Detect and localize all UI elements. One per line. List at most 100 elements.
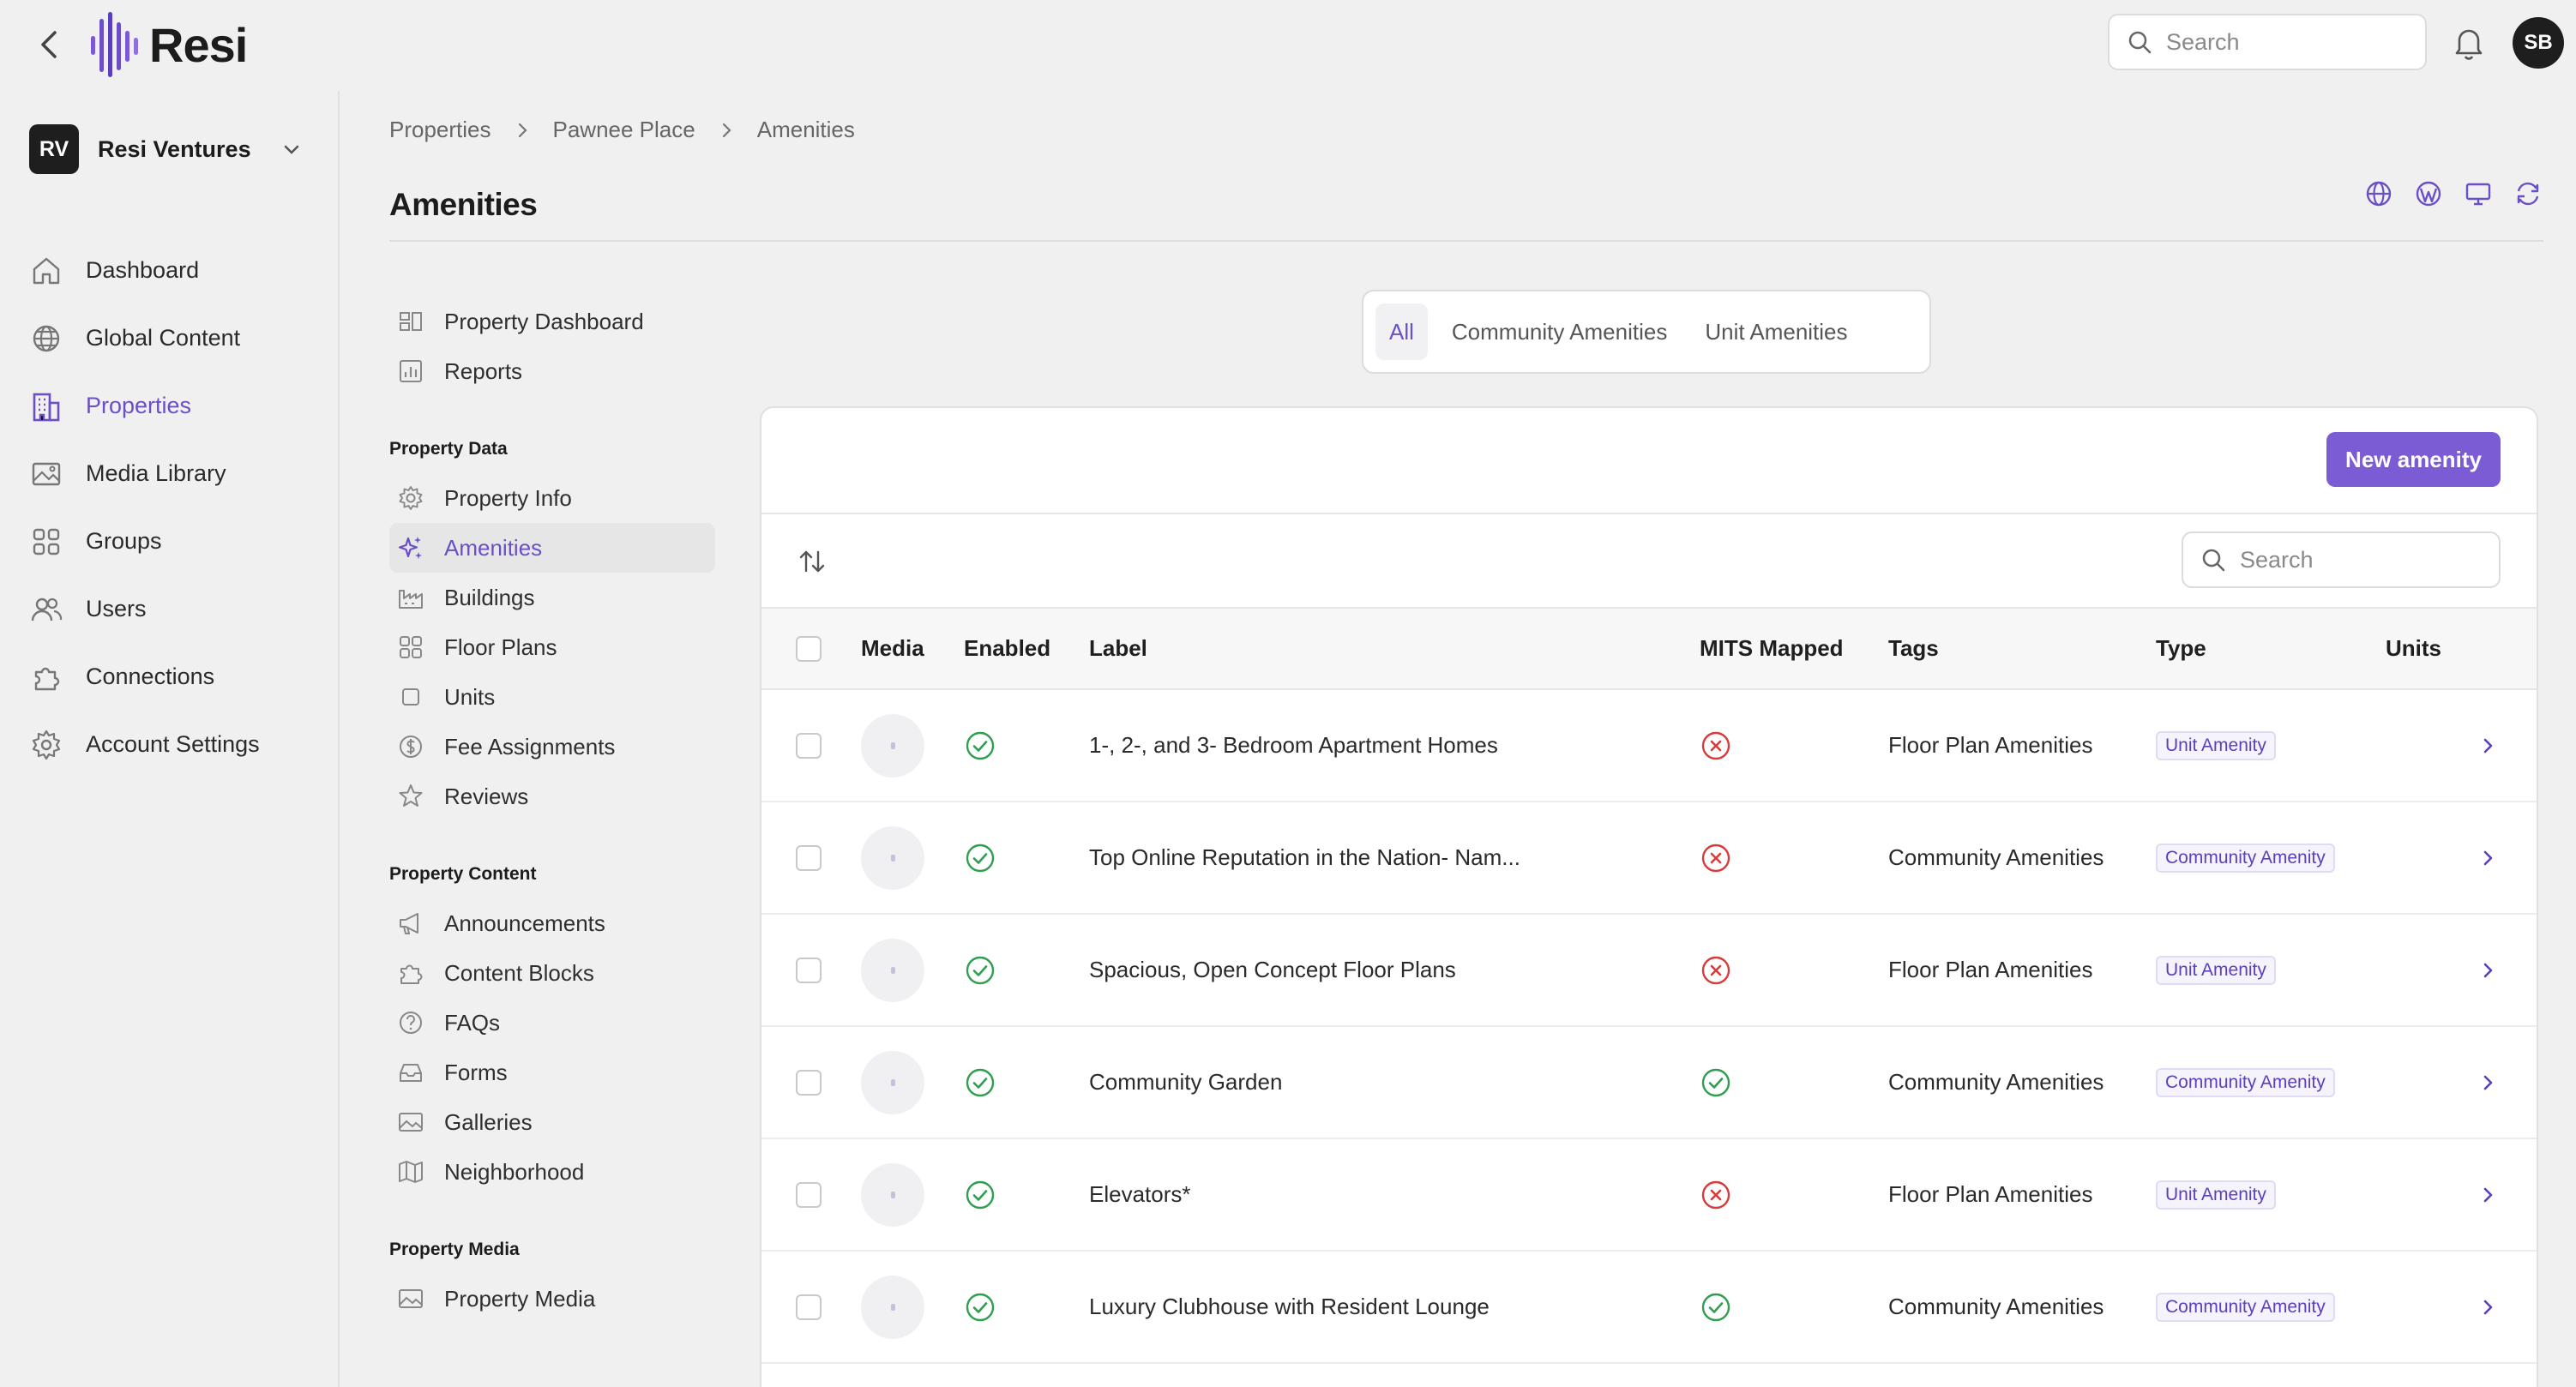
search-icon bbox=[2128, 31, 2152, 54]
label-cell[interactable]: Elevators* bbox=[1089, 1138, 1700, 1251]
sort-icon[interactable] bbox=[796, 545, 828, 578]
media-cell bbox=[861, 1138, 964, 1251]
new-amenity-button[interactable]: New amenity bbox=[2326, 432, 2501, 487]
wordpress-icon[interactable] bbox=[2413, 178, 2444, 209]
label-cell[interactable]: Community Garden bbox=[1089, 1026, 1700, 1138]
table-row[interactable]: Community Garden Community Amenities Commu… bbox=[761, 1026, 2537, 1138]
label-cell[interactable]: 1-, 2-, and 3- Bedroom Apartment Homes bbox=[1089, 689, 1700, 802]
monitor-icon[interactable] bbox=[2463, 178, 2494, 209]
sidebar-item-connections[interactable]: Connections bbox=[29, 643, 321, 711]
subnav-item-announcements[interactable]: Announcements bbox=[389, 898, 715, 948]
breadcrumb-property[interactable]: Pawnee Place bbox=[553, 117, 695, 143]
sidebar-item-groups[interactable]: Groups bbox=[29, 507, 321, 575]
media-thumbnail[interactable] bbox=[861, 938, 924, 1002]
table-row[interactable]: Elevators* Floor Plan Amenities Unit Ameni… bbox=[761, 1138, 2537, 1251]
subnav-item-reports[interactable]: Reports bbox=[389, 346, 715, 396]
check-circle-icon bbox=[966, 956, 995, 984]
globe-icon[interactable] bbox=[2363, 178, 2394, 209]
row-checkbox[interactable] bbox=[796, 957, 822, 983]
row-checkbox[interactable] bbox=[796, 1069, 822, 1096]
breadcrumb-properties[interactable]: Properties bbox=[389, 117, 491, 143]
media-thumbnail[interactable] bbox=[861, 1162, 924, 1227]
subnav-item-reviews[interactable]: Reviews bbox=[389, 772, 715, 821]
gear-icon bbox=[399, 486, 423, 510]
subnav-item-neighborhood[interactable]: Neighborhood bbox=[389, 1147, 715, 1197]
chevron-right-icon[interactable] bbox=[2477, 1072, 2499, 1094]
subnav-item-label: Forms bbox=[444, 1059, 508, 1085]
row-checkbox[interactable] bbox=[796, 732, 822, 759]
tab-unit-amenities[interactable]: Unit Amenities bbox=[1691, 303, 1861, 360]
column-header-type[interactable]: Type bbox=[2156, 609, 2386, 690]
subnav-item-amenities[interactable]: Amenities bbox=[389, 523, 715, 573]
gear-icon bbox=[32, 730, 61, 760]
row-checkbox[interactable] bbox=[796, 1294, 822, 1320]
subnav-item-buildings[interactable]: Buildings bbox=[389, 573, 715, 622]
subnav-item-property-info[interactable]: Property Info bbox=[389, 473, 715, 523]
bell-icon[interactable] bbox=[2451, 24, 2487, 62]
table-search-input[interactable] bbox=[2240, 546, 2463, 573]
subnav-item-fee-assignments[interactable]: Fee Assignments bbox=[389, 722, 715, 772]
row-checkbox[interactable] bbox=[796, 1181, 822, 1208]
global-search[interactable] bbox=[2108, 14, 2427, 70]
global-search-input[interactable] bbox=[2166, 28, 2389, 56]
subnav-item-content-blocks[interactable]: Content Blocks bbox=[389, 948, 715, 998]
chevron-right-icon[interactable] bbox=[2477, 959, 2499, 982]
subnav-item-units[interactable]: Units bbox=[389, 672, 715, 722]
subnav-item-label: Reports bbox=[444, 357, 523, 384]
row-checkbox[interactable] bbox=[796, 844, 822, 871]
media-thumbnail[interactable] bbox=[861, 826, 924, 890]
column-header-units[interactable]: Units bbox=[2386, 609, 2537, 690]
enabled-cell bbox=[964, 689, 1089, 802]
subnav-item-property-dashboard[interactable]: Property Dashboard bbox=[389, 297, 715, 346]
x-circle-icon bbox=[1701, 956, 1730, 984]
type-badge: Unit Amenity bbox=[2156, 1180, 2276, 1210]
chevron-right-icon[interactable] bbox=[2477, 847, 2499, 869]
column-header-media[interactable]: Media bbox=[861, 609, 964, 690]
subnav-item-label: Property Info bbox=[444, 484, 572, 511]
grid-icon bbox=[33, 528, 60, 555]
tab-all[interactable]: All bbox=[1375, 303, 1428, 360]
column-header-enabled[interactable]: Enabled bbox=[964, 609, 1089, 690]
table-row[interactable]: Luxury Clubhouse with Resident Lounge Com… bbox=[761, 1251, 2537, 1363]
sync-icon[interactable] bbox=[2513, 178, 2543, 209]
org-switcher[interactable]: RV Resi Ventures bbox=[29, 123, 304, 175]
label-cell[interactable]: Spacious, Open Concept Floor Plans bbox=[1089, 914, 1700, 1026]
sidebar-item-dashboard[interactable]: Dashboard bbox=[29, 237, 321, 304]
column-header-label[interactable]: Label bbox=[1089, 609, 1700, 690]
resi-logo[interactable]: Resi bbox=[89, 10, 248, 79]
tab-community-amenities[interactable]: Community Amenities bbox=[1438, 303, 1681, 360]
tags-cell: Floor Plan Amenities bbox=[1888, 957, 2093, 982]
sidebar-item-media-library[interactable]: Media Library bbox=[29, 440, 321, 507]
mits-cell bbox=[1700, 914, 1888, 1026]
table-search[interactable] bbox=[2182, 531, 2501, 588]
page-title: Amenities bbox=[389, 187, 538, 222]
sidebar-item-properties[interactable]: Properties bbox=[29, 372, 321, 440]
chevron-right-icon[interactable] bbox=[2477, 735, 2499, 757]
media-thumbnail[interactable] bbox=[861, 1275, 924, 1339]
subnav-item-forms[interactable]: Forms bbox=[389, 1048, 715, 1097]
table-row[interactable]: Top Online Reputation in the Nation- Nam… bbox=[761, 802, 2537, 914]
sidebar-item-account-settings[interactable]: Account Settings bbox=[29, 711, 321, 778]
label-cell[interactable]: Luxury Clubhouse with Resident Lounge bbox=[1089, 1251, 1700, 1363]
media-thumbnail[interactable] bbox=[861, 1050, 924, 1114]
subnav-item-faqs[interactable]: FAQs bbox=[389, 998, 715, 1048]
back-arrow-icon[interactable] bbox=[29, 24, 70, 65]
subnav-item-property-media[interactable]: Property Media bbox=[389, 1274, 715, 1324]
subnav-item-floor-plans[interactable]: Floor Plans bbox=[389, 622, 715, 672]
label-cell[interactable]: Top Online Reputation in the Nation- Nam… bbox=[1089, 802, 1700, 914]
select-all-checkbox[interactable] bbox=[796, 635, 822, 662]
sidebar: RV Resi Ventures Dashboard Global Conten… bbox=[0, 91, 340, 1387]
subnav-item-galleries[interactable]: Galleries bbox=[389, 1097, 715, 1147]
chevron-right-icon[interactable] bbox=[2477, 1184, 2499, 1206]
user-avatar[interactable]: SB bbox=[2513, 17, 2564, 69]
chevron-right-icon[interactable] bbox=[2477, 1296, 2499, 1318]
media-thumbnail[interactable] bbox=[861, 713, 924, 778]
sidebar-item-users[interactable]: Users bbox=[29, 575, 321, 643]
table-row[interactable]: Spacious, Open Concept Floor Plans Floor … bbox=[761, 914, 2537, 1026]
grid-icon bbox=[400, 636, 422, 658]
column-header-tags[interactable]: Tags bbox=[1888, 609, 2156, 690]
sidebar-item-global-content[interactable]: Global Content bbox=[29, 304, 321, 372]
table-row[interactable]: 1-, 2-, and 3- Bedroom Apartment Homes Fl… bbox=[761, 689, 2537, 802]
column-header-mits[interactable]: MITS Mapped bbox=[1700, 609, 1888, 690]
row-select-cell bbox=[761, 802, 861, 914]
